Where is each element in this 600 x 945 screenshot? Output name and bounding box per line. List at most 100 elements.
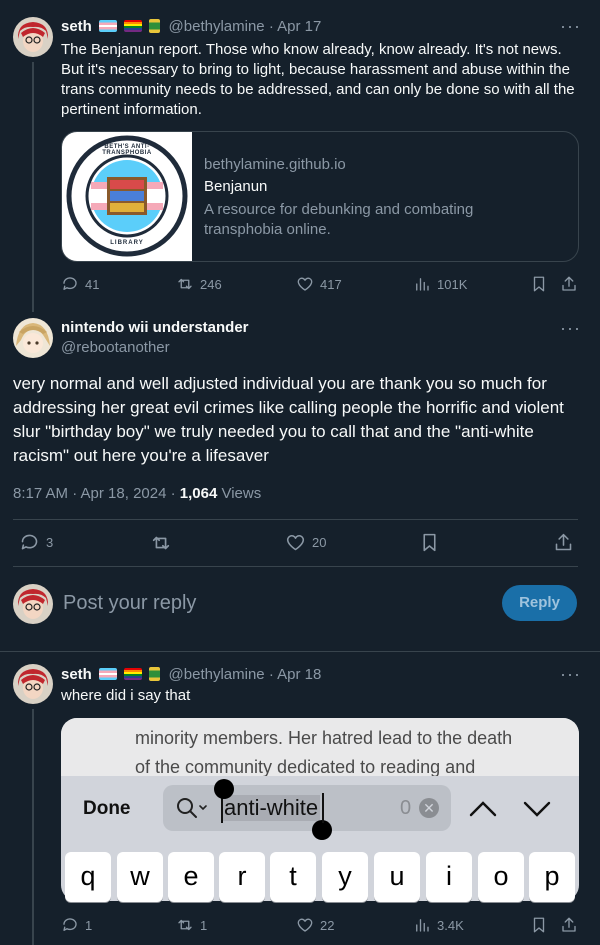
tweet-date[interactable]: Apr 18 bbox=[277, 666, 321, 683]
card-description: A resource for debunking and combating t… bbox=[204, 201, 474, 238]
views-icon bbox=[416, 919, 429, 932]
reply-button[interactable]: 1 bbox=[61, 916, 92, 934]
divider bbox=[13, 519, 578, 520]
find-query: anti-white bbox=[222, 795, 321, 821]
heart-icon bbox=[297, 918, 313, 932]
retweet-button[interactable]: 1 bbox=[176, 916, 207, 934]
rainbow-flag-icon bbox=[124, 668, 143, 680]
more-options-icon[interactable]: ··· bbox=[560, 318, 581, 339]
tweet-text: The Benjanun report. Those who know alre… bbox=[61, 41, 575, 118]
tweet-text: where did i say that bbox=[61, 687, 191, 704]
handle[interactable]: @rebootanother bbox=[61, 339, 170, 356]
image-page-line: of the community dedicated to reading an… bbox=[135, 757, 476, 777]
bookmark-button[interactable] bbox=[530, 275, 548, 293]
chevron-down-icon bbox=[523, 801, 551, 817]
share-icon bbox=[555, 533, 572, 551]
views-icon bbox=[416, 278, 429, 291]
bookmark-icon bbox=[533, 917, 545, 933]
heart-icon bbox=[297, 277, 313, 291]
reply-button[interactable]: 3 bbox=[19, 532, 53, 553]
keyboard-key: e bbox=[168, 852, 214, 902]
image-page-line: minority members. Her hatred lead to the… bbox=[135, 728, 513, 748]
card-title: Benjanun bbox=[204, 178, 268, 195]
reply-button[interactable]: Reply bbox=[502, 585, 577, 621]
card-domain: bethylamine.github.io bbox=[204, 156, 346, 173]
like-button[interactable]: 20 bbox=[285, 532, 326, 553]
keyboard-key: y bbox=[322, 852, 368, 902]
share-button[interactable] bbox=[560, 916, 578, 934]
keyboard-key: p bbox=[529, 852, 575, 902]
display-name[interactable]: seth bbox=[61, 666, 92, 683]
chevron-up-icon bbox=[469, 801, 497, 817]
heart-icon bbox=[286, 534, 305, 551]
like-button[interactable]: 22 bbox=[296, 916, 334, 934]
avatar[interactable] bbox=[13, 664, 53, 704]
retweet-button[interactable]: 246 bbox=[176, 275, 222, 293]
divider bbox=[13, 566, 578, 567]
views-count: 1,064 bbox=[179, 485, 218, 502]
tweet-date[interactable]: Apr 17 bbox=[277, 18, 321, 35]
logo-bottom-text: LIBRARY bbox=[110, 240, 144, 246]
tweet-header: seth @bethylamine · Apr 18 bbox=[61, 666, 322, 683]
avatar[interactable] bbox=[13, 17, 53, 57]
action-bar: 41 246 417 101K bbox=[61, 275, 581, 295]
keyboard-key: r bbox=[219, 852, 265, 902]
trans-flag-icon bbox=[99, 20, 118, 32]
reply-button[interactable]: 41 bbox=[61, 275, 99, 293]
rainbow-flag-icon bbox=[124, 20, 143, 32]
match-count: 0 bbox=[400, 797, 412, 819]
reply-input[interactable]: Post your reply bbox=[63, 592, 196, 615]
keyboard-key: q bbox=[65, 852, 111, 902]
can-icon bbox=[149, 667, 161, 681]
display-name[interactable]: nintendo wii understander bbox=[61, 319, 249, 336]
tweet-timestamp: 8:17 AM · Apr 18, 2024 · 1,064 Views bbox=[13, 485, 261, 502]
avatar[interactable] bbox=[13, 584, 53, 624]
tweet-text: very normal and well adjusted individual… bbox=[13, 374, 564, 465]
tweet-header: seth @bethylamine · Apr 17 bbox=[61, 18, 322, 35]
bookmark-icon bbox=[423, 533, 436, 552]
keyboard-key: u bbox=[374, 852, 420, 902]
display-name[interactable]: seth bbox=[61, 18, 92, 35]
bookmark-button[interactable] bbox=[530, 916, 548, 934]
share-button[interactable] bbox=[560, 275, 578, 293]
card-image: BETH'S ANTI-TRANSPHOBIA LIBRARY bbox=[62, 132, 192, 261]
like-button[interactable]: 417 bbox=[296, 275, 342, 293]
more-options-icon[interactable]: ··· bbox=[560, 16, 581, 37]
views-label: Views bbox=[217, 485, 262, 502]
divider bbox=[0, 651, 600, 652]
can-icon bbox=[149, 19, 161, 33]
keyboard-key: i bbox=[426, 852, 472, 902]
keyboard-key: w bbox=[117, 852, 163, 902]
avatar[interactable] bbox=[13, 318, 53, 358]
logo-top-text: BETH'S ANTI-TRANSPHOBIA bbox=[102, 144, 152, 156]
views-button[interactable]: 3.4K bbox=[413, 916, 464, 934]
bookmark-button[interactable] bbox=[419, 532, 440, 553]
find-search-field: anti-white 0 ✕ bbox=[163, 779, 451, 840]
bookmark-icon bbox=[533, 276, 545, 292]
selection-cursor bbox=[322, 793, 324, 823]
share-button[interactable] bbox=[553, 532, 574, 553]
keyboard-key: t bbox=[270, 852, 316, 902]
reply-icon bbox=[21, 534, 38, 550]
selection-handle bbox=[312, 820, 332, 840]
trans-flag-icon bbox=[99, 668, 118, 680]
handle[interactable]: @bethylamine bbox=[169, 666, 265, 683]
retweet-icon bbox=[152, 536, 170, 550]
handle[interactable]: @bethylamine bbox=[169, 18, 265, 35]
keyboard-key: o bbox=[478, 852, 524, 902]
retweet-button[interactable] bbox=[150, 532, 172, 554]
done-button: Done bbox=[83, 798, 131, 819]
share-icon bbox=[562, 276, 576, 291]
search-icon bbox=[177, 798, 207, 818]
views-button[interactable]: 101K bbox=[413, 275, 467, 293]
more-options-icon[interactable]: ··· bbox=[560, 664, 581, 685]
link-card[interactable]: BETH'S ANTI-TRANSPHOBIA LIBRARY bethylam… bbox=[61, 131, 579, 262]
retweet-icon bbox=[178, 919, 192, 931]
action-bar: 3 20 bbox=[13, 532, 578, 556]
reply-icon bbox=[63, 277, 77, 290]
action-bar: 1 1 22 3.4K bbox=[61, 916, 581, 936]
retweet-icon bbox=[178, 278, 192, 290]
share-icon bbox=[562, 917, 576, 932]
selection-handle bbox=[214, 779, 234, 799]
timestamp-text[interactable]: 8:17 AM · Apr 18, 2024 · bbox=[13, 485, 180, 502]
